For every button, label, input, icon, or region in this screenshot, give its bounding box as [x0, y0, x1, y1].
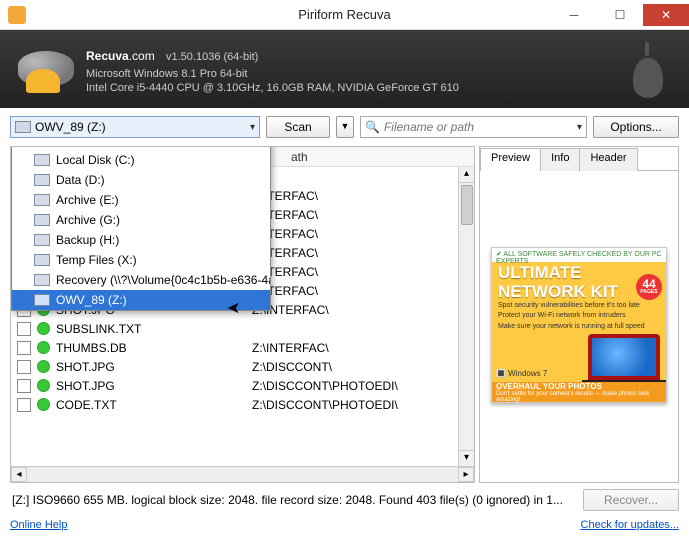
row-checkbox[interactable] [17, 341, 31, 355]
row-checkbox[interactable] [17, 360, 31, 374]
path-column-header[interactable]: ath [291, 150, 308, 164]
filter-input[interactable] [384, 120, 577, 134]
piriform-pear-icon [627, 42, 671, 98]
check-updates-link[interactable]: Check for updates... [581, 519, 679, 539]
scroll-up-arrow[interactable]: ▴ [459, 167, 474, 183]
close-button[interactable]: ✕ [643, 4, 689, 26]
window-title: Piriform Recuva [298, 7, 390, 22]
side-tabs: Preview Info Header [480, 147, 678, 171]
scroll-left-arrow[interactable]: ◂ [11, 467, 27, 482]
vertical-scrollbar[interactable]: ▴ ▾ [458, 167, 474, 466]
system-hw: Intel Core i5-4440 CPU @ 3.10GHz, 16.0GB… [86, 82, 459, 94]
online-help-link[interactable]: Online Help [10, 519, 67, 539]
status-dot-icon [37, 322, 50, 335]
recover-button[interactable]: Recover... [583, 489, 679, 511]
system-os: Microsoft Windows 8.1 Pro 64-bit [86, 68, 459, 80]
options-button[interactable]: Options... [593, 116, 679, 138]
side-panel: Preview Info Header ✔ ALL SOFTWARE SAFEL… [479, 146, 679, 483]
table-row[interactable]: SHOT.JPGZ:\DISCCONT\PHOTOEDI\ [11, 376, 474, 395]
drive-icon [34, 154, 50, 166]
ad-badge: 44PAGES [636, 274, 662, 300]
row-checkbox[interactable] [17, 322, 31, 336]
drive-selected-text: OWV_89 (Z:) [35, 120, 106, 134]
laptop-icon [588, 334, 660, 380]
row-checkbox[interactable] [17, 398, 31, 412]
status-dot-icon [37, 379, 50, 392]
chevron-down-icon: ▾ [250, 122, 255, 133]
tab-header[interactable]: Header [579, 148, 637, 171]
drive-selector[interactable]: OWV_89 (Z:) ▾ [10, 116, 260, 138]
row-checkbox[interactable] [17, 379, 31, 393]
horizontal-scrollbar[interactable]: ◂ ▸ [11, 466, 474, 482]
dropdown-item[interactable]: Archive (E:) [12, 190, 270, 210]
maximize-button[interactable]: ☐ [597, 4, 643, 26]
dropdown-item[interactable]: Recovery (\\?\Volume{0c4c1b5b-e636-4ada [12, 270, 270, 290]
app-icon [8, 6, 26, 24]
header-banner: Recuva.com v1.50.1036 (64-bit) Microsoft… [0, 30, 689, 108]
brand-line: Recuva.com v1.50.1036 (64-bit) [86, 44, 459, 66]
scan-dropdown-button[interactable]: ▼ [336, 116, 354, 138]
footer: Online Help Check for updates... [10, 519, 679, 539]
drive-icon [34, 214, 50, 226]
dropdown-item[interactable]: Data (D:) [12, 170, 270, 190]
scrollbar-thumb[interactable] [461, 185, 473, 225]
drive-icon [34, 274, 50, 286]
tab-preview[interactable]: Preview [480, 148, 541, 171]
status-dot-icon [37, 398, 50, 411]
file-list-panel: ath \\INTERFAC\\INTERFAC\\INTERFAC\\INTE… [10, 146, 475, 483]
titlebar: Piriform Recuva ─ ☐ ✕ [0, 0, 689, 30]
table-row[interactable]: SUBSLINK.TXT [11, 319, 474, 338]
dropdown-item[interactable]: Temp Files (X:) [12, 250, 270, 270]
drive-icon [34, 294, 50, 306]
minimize-button[interactable]: ─ [551, 4, 597, 26]
dropdown-item[interactable]: Backup (H:) [12, 230, 270, 250]
recuva-logo-icon [18, 41, 74, 97]
table-row[interactable]: CODE.TXTZ:\DISCCONT\PHOTOEDI\ [11, 395, 474, 414]
dropdown-item[interactable]: Local Disk (C:) [12, 150, 270, 170]
status-dot-icon [37, 341, 50, 354]
status-text: [Z:] ISO9660 655 MB. logical block size:… [10, 493, 583, 507]
dropdown-item[interactable]: Archive (G:) [12, 210, 270, 230]
drive-icon [34, 174, 50, 186]
status-dot-icon [37, 360, 50, 373]
status-bar: [Z:] ISO9660 655 MB. logical block size:… [10, 487, 679, 513]
drive-icon [34, 194, 50, 206]
filter-box[interactable]: 🔍 ▾ [360, 116, 587, 138]
drive-icon [15, 121, 31, 133]
drive-dropdown-list: All Local DisksLocal Disk (C:)Data (D:)A… [11, 146, 271, 311]
toolbar: OWV_89 (Z:) ▾ Scan ▼ 🔍 ▾ Options... [0, 108, 689, 146]
scroll-right-arrow[interactable]: ▸ [458, 467, 474, 482]
drive-icon [34, 254, 50, 266]
dropdown-item[interactable]: OWV_89 (Z:) [12, 290, 270, 310]
all-disks-icon [18, 146, 40, 147]
drive-icon [34, 234, 50, 246]
chevron-down-icon[interactable]: ▾ [577, 122, 582, 133]
table-row[interactable]: THUMBS.DBZ:\INTERFAC\ [11, 338, 474, 357]
table-row[interactable]: SHOT.JPGZ:\DISCCONT\ [11, 357, 474, 376]
promo-ad[interactable]: ✔ ALL SOFTWARE SAFELY CHECKED BY OUR PC … [491, 247, 667, 403]
scan-button[interactable]: Scan [266, 116, 330, 138]
tab-info[interactable]: Info [540, 148, 580, 171]
scroll-down-arrow[interactable]: ▾ [459, 450, 474, 466]
preview-body: ✔ ALL SOFTWARE SAFELY CHECKED BY OUR PC … [480, 171, 678, 482]
search-icon: 🔍 [365, 120, 380, 134]
